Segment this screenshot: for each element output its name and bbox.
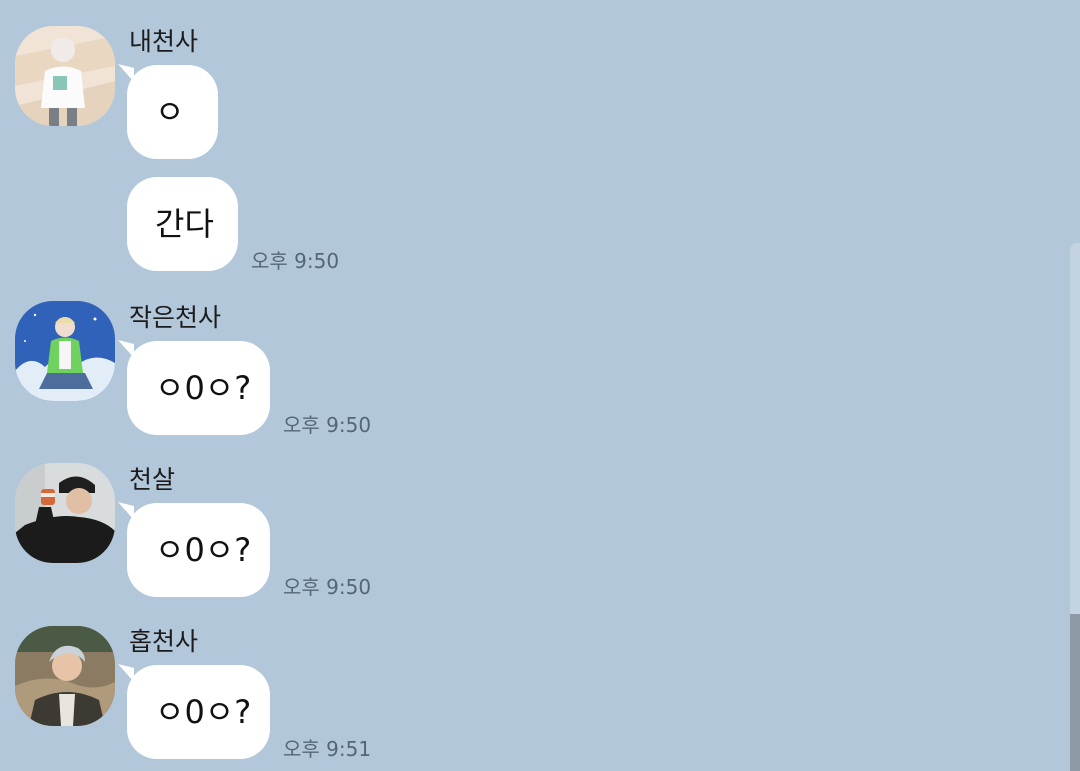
message-bubble[interactable]: ㅇ0ㅇ? <box>127 341 270 435</box>
avatar-icon[interactable] <box>15 626 115 726</box>
message-bubble[interactable]: ㅇ <box>127 65 218 159</box>
avatar-icon[interactable] <box>15 463 115 563</box>
scrollbar-thumb[interactable] <box>1070 614 1080 771</box>
message-timestamp: 오후 9:50 <box>283 413 372 437</box>
avatar-icon[interactable] <box>15 26 115 126</box>
avatar-icon[interactable] <box>15 301 115 401</box>
message-timestamp: 오후 9:51 <box>283 737 372 761</box>
sender-name: 홉천사 <box>129 627 199 656</box>
sender-name: 내천사 <box>129 27 199 56</box>
message-bubble[interactable]: ㅇ0ㅇ? <box>127 503 270 597</box>
sender-name: 천살 <box>129 465 176 494</box>
message-timestamp: 오후 9:50 <box>251 249 340 273</box>
message-timestamp: 오후 9:50 <box>283 575 372 599</box>
message-bubble[interactable]: ㅇ0ㅇ? <box>127 665 270 759</box>
sender-name: 작은천사 <box>129 303 222 332</box>
chat-room[interactable]: 내천사 ㅇ 간다 오후 9:50 작은천사 ㅇ0ㅇ? 오후 9:50 천살 ㅇ0… <box>0 0 1080 771</box>
message-bubble[interactable]: 간다 <box>127 177 238 271</box>
